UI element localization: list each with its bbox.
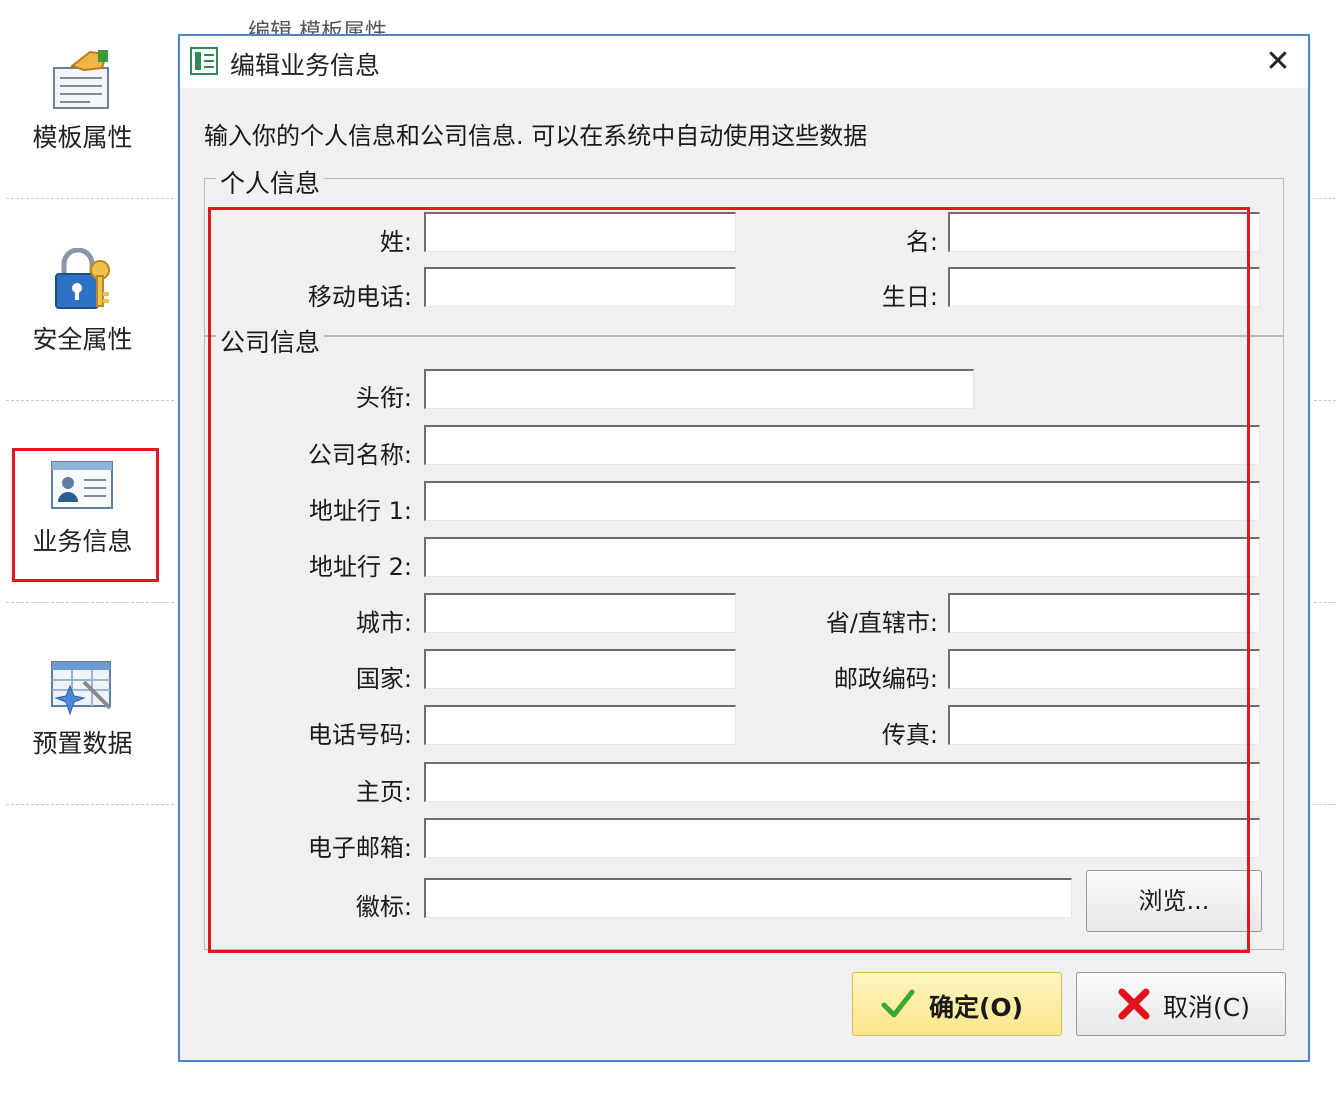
birthday-label: 生日: <box>881 283 938 311</box>
background-divider <box>1314 602 1336 603</box>
birthday-field[interactable] <box>948 267 1260 307</box>
homepage-field[interactable] <box>424 762 1260 802</box>
sidebar-item-label: 安全属性 <box>32 325 133 354</box>
preset-data-icon <box>51 661 112 716</box>
sidebar-item-security-properties[interactable]: 安全属性 <box>0 202 165 402</box>
email-field[interactable] <box>424 818 1260 858</box>
mobile-phone-field[interactable] <box>424 267 736 307</box>
last-name-field[interactable] <box>424 212 736 252</box>
sidebar-item-label: 预置数据 <box>32 729 133 758</box>
homepage-label: 主页: <box>355 778 412 806</box>
browse-button[interactable]: 浏览... <box>1086 870 1262 932</box>
sidebar-divider <box>6 602 174 603</box>
address-line-2-label: 地址行 2: <box>309 553 412 581</box>
city-field[interactable] <box>424 593 736 633</box>
province-label: 省/直辖市: <box>825 609 938 637</box>
fax-label: 传真: <box>881 721 938 749</box>
phone-number-field[interactable] <box>424 705 736 745</box>
edit-business-info-dialog: 编辑业务信息 ✕ 输入你的个人信息和公司信息. 可以在系统中自动使用这些数据 个… <box>178 34 1310 1062</box>
close-icon[interactable]: ✕ <box>1260 44 1296 80</box>
cancel-button[interactable]: 取消(C) <box>1076 972 1286 1036</box>
mobile-phone-label: 移动电话: <box>307 283 412 311</box>
dialog-titlebar[interactable]: 编辑业务信息 ✕ <box>180 36 1308 88</box>
first-name-label: 名: <box>905 228 938 256</box>
country-field[interactable] <box>424 649 736 689</box>
background-tabs: 编辑 模板属性 <box>248 20 387 34</box>
cancel-button-label: 取消(C) <box>1163 993 1250 1022</box>
company-name-label: 公司名称: <box>307 441 412 469</box>
city-label: 城市: <box>355 609 412 637</box>
ok-button-label: 确定(O) <box>929 993 1024 1022</box>
template-properties-icon <box>53 50 109 109</box>
country-label: 国家: <box>355 665 412 693</box>
background-divider <box>1314 400 1336 401</box>
logo-path-field[interactable] <box>424 878 1072 918</box>
sidebar: 模板属性 安全属性 业务信息 预置数据 <box>0 0 178 1098</box>
phone-number-label: 电话号码: <box>307 721 412 749</box>
sidebar-divider <box>6 198 174 199</box>
personal-info-group <box>204 178 1284 336</box>
last-name-label: 姓: <box>379 228 412 256</box>
fax-field[interactable] <box>948 705 1260 745</box>
address-line-1-field[interactable] <box>424 481 1260 521</box>
postal-code-label: 邮政编码: <box>833 665 938 693</box>
checkmark-icon <box>881 989 915 1018</box>
job-title-label: 头衔: <box>355 384 412 412</box>
dialog-instruction: 输入你的个人信息和公司信息. 可以在系统中自动使用这些数据 <box>204 122 868 150</box>
selection-highlight-box <box>12 448 159 582</box>
personal-info-group-title: 个人信息 <box>216 164 325 200</box>
security-lock-key-icon <box>55 248 110 309</box>
sidebar-divider <box>6 400 174 401</box>
company-info-group-title: 公司信息 <box>216 323 325 359</box>
province-field[interactable] <box>948 593 1260 633</box>
address-line-2-field[interactable] <box>424 537 1260 577</box>
ok-button[interactable]: 确定(O) <box>852 972 1062 1036</box>
first-name-field[interactable] <box>948 212 1260 252</box>
sidebar-divider <box>6 804 174 805</box>
background-divider <box>1314 804 1336 805</box>
company-name-field[interactable] <box>424 425 1260 465</box>
dialog-title: 编辑业务信息 <box>230 51 381 80</box>
background-divider <box>1314 198 1336 199</box>
email-label: 电子邮箱: <box>307 834 412 862</box>
sidebar-item-template-properties[interactable]: 模板属性 <box>0 0 165 200</box>
postal-code-field[interactable] <box>948 649 1260 689</box>
red-x-icon <box>1118 988 1150 1020</box>
job-title-field[interactable] <box>424 369 974 409</box>
sidebar-item-preset-data[interactable]: 预置数据 <box>0 606 165 806</box>
sidebar-item-label: 模板属性 <box>32 123 133 152</box>
logo-label: 徽标: <box>355 893 412 921</box>
business-info-app-icon <box>190 47 218 75</box>
address-line-1-label: 地址行 1: <box>309 497 412 525</box>
